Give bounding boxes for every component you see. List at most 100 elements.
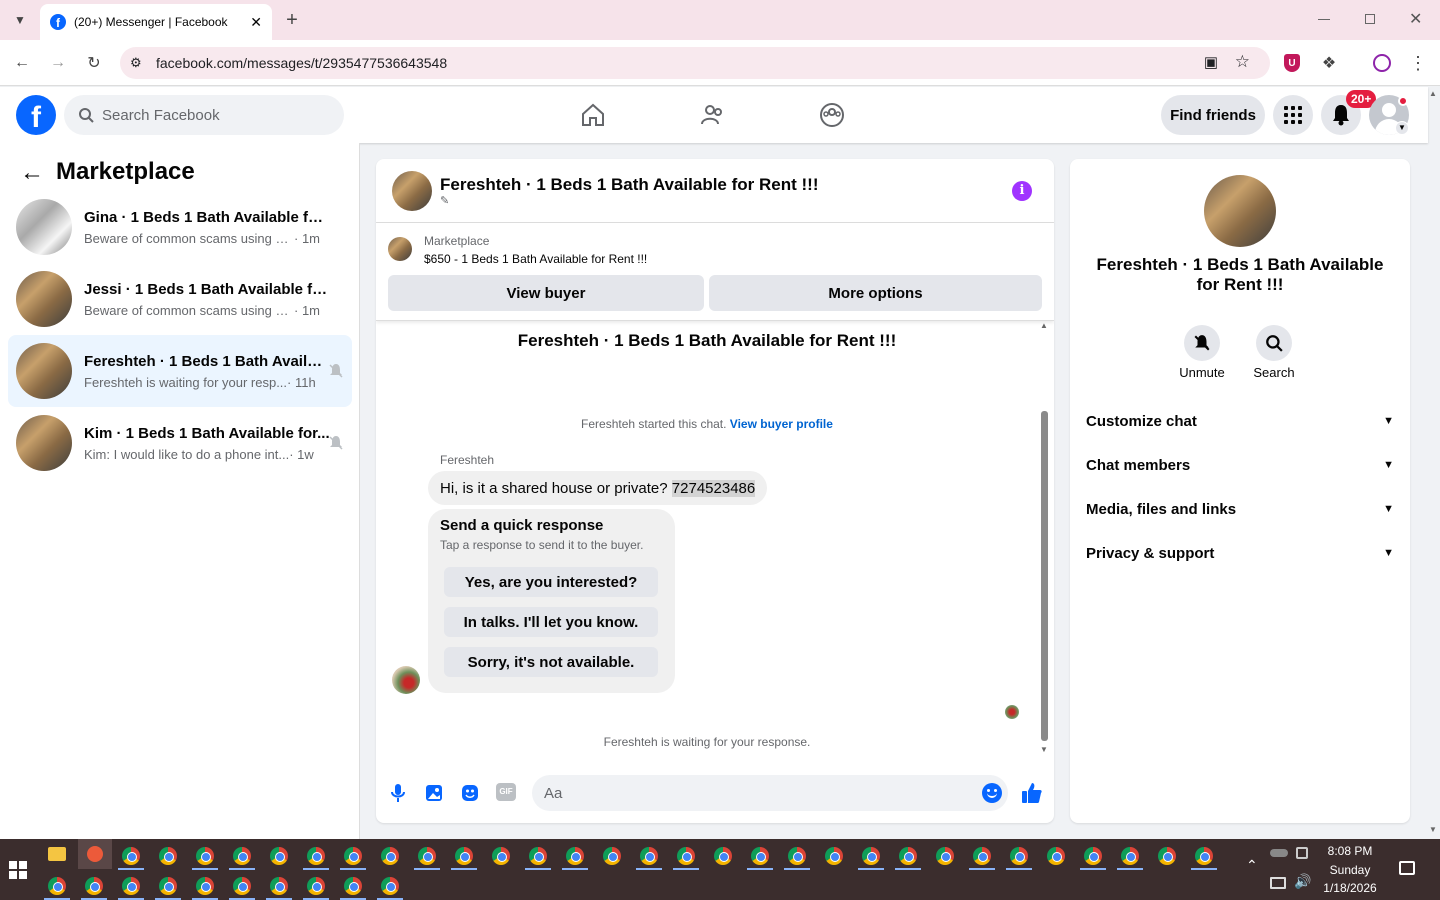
chrome-taskbar-icon[interactable]: [1158, 847, 1176, 865]
listing-text[interactable]: $650 - 1 Beds 1 Bath Available for Rent …: [424, 252, 647, 266]
chrome-taskbar-icon[interactable]: [233, 877, 251, 895]
sticker-icon[interactable]: [460, 783, 480, 803]
emoji-icon[interactable]: [982, 783, 1002, 803]
site-settings-icon[interactable]: ⚙: [130, 55, 142, 71]
customize-chat-section[interactable]: Customize chat ▼: [1086, 409, 1394, 433]
page-scroll-up-icon[interactable]: ▲: [1429, 89, 1437, 98]
conversation-item-jessi[interactable]: Jessi · 1 Beds 1 Bath Available for R...…: [8, 263, 352, 335]
extension-shield-icon[interactable]: U: [1278, 49, 1306, 77]
chrome-taskbar-icon[interactable]: [788, 847, 806, 865]
notification-center-icon[interactable]: [1399, 861, 1415, 875]
friends-icon[interactable]: [697, 99, 729, 131]
chrome-taskbar-icon[interactable]: [566, 847, 584, 865]
facebook-logo-icon[interactable]: f: [16, 95, 56, 135]
facebook-search-input[interactable]: Search Facebook: [64, 95, 344, 135]
forward-icon[interactable]: →: [44, 49, 72, 77]
view-buyer-profile-link[interactable]: View buyer profile: [730, 417, 833, 431]
chrome-taskbar-icon[interactable]: [381, 847, 399, 865]
chrome-taskbar-icon[interactable]: [899, 847, 917, 865]
chat-members-section[interactable]: Chat members ▼: [1086, 453, 1394, 477]
chrome-taskbar-icon[interactable]: [862, 847, 880, 865]
install-app-icon[interactable]: ▣: [1204, 53, 1218, 71]
chrome-taskbar-icon[interactable]: [159, 847, 177, 865]
browser-tab[interactable]: f (20+) Messenger | Facebook ✕: [40, 4, 272, 40]
details-avatar[interactable]: [1204, 175, 1276, 247]
groups-icon[interactable]: [816, 99, 848, 131]
chrome-taskbar-icon[interactable]: [714, 847, 732, 865]
close-window-icon[interactable]: ✕: [1409, 9, 1422, 29]
conversation-item-fereshteh[interactable]: Fereshteh · 1 Beds 1 Bath Availab... Fer…: [8, 335, 352, 407]
chrome-taskbar-icon[interactable]: [677, 847, 695, 865]
chrome-taskbar-icon[interactable]: [381, 877, 399, 895]
message-bubble[interactable]: Hi, is it a shared house or private? 727…: [428, 471, 768, 505]
search-in-chat-button[interactable]: Search: [1246, 325, 1302, 380]
chrome-taskbar-icon[interactable]: [270, 877, 288, 895]
quick-response-talks-button[interactable]: In talks. I'll let you know.: [444, 607, 658, 637]
chat-avatar[interactable]: [392, 171, 432, 211]
view-buyer-button[interactable]: View buyer: [388, 275, 704, 311]
thread-scrollbar[interactable]: ▲ ▼: [1040, 321, 1048, 754]
chrome-taskbar-icon[interactable]: [122, 877, 140, 895]
media-files-links-section[interactable]: Media, files and links ▼: [1086, 497, 1394, 521]
active-app-icon[interactable]: [78, 839, 112, 869]
chrome-taskbar-icon[interactable]: [159, 877, 177, 895]
meet-now-icon[interactable]: [1296, 847, 1308, 859]
more-options-button[interactable]: More options: [709, 275, 1042, 311]
back-arrow-icon[interactable]: ←: [20, 159, 44, 187]
volume-icon[interactable]: 🔊: [1294, 873, 1311, 890]
chrome-taskbar-icon[interactable]: [936, 847, 954, 865]
restore-window-icon[interactable]: [1365, 14, 1375, 24]
chrome-taskbar-icon[interactable]: [196, 847, 214, 865]
chrome-taskbar-icon[interactable]: [455, 847, 473, 865]
scrollbar-thumb[interactable]: [1041, 411, 1048, 741]
account-chevron-down-icon[interactable]: ▼: [1395, 121, 1409, 135]
thumbs-up-icon[interactable]: [1020, 781, 1044, 805]
page-scroll-down-icon[interactable]: ▼: [1429, 825, 1437, 834]
conversation-item-gina[interactable]: Gina · 1 Beds 1 Bath Available for R... …: [8, 191, 352, 263]
info-icon[interactable]: i: [1012, 181, 1032, 201]
chrome-taskbar-icon[interactable]: [1195, 847, 1213, 865]
chrome-taskbar-icon[interactable]: [529, 847, 547, 865]
find-friends-button[interactable]: Find friends: [1161, 95, 1265, 135]
chrome-taskbar-icon[interactable]: [344, 847, 362, 865]
privacy-support-section[interactable]: Privacy & support ▼: [1086, 541, 1394, 565]
onedrive-icon[interactable]: [1270, 849, 1288, 857]
chrome-taskbar-icon[interactable]: [751, 847, 769, 865]
clock-date[interactable]: 1/18/2026: [1315, 881, 1385, 895]
sender-avatar[interactable]: [392, 666, 420, 694]
microphone-icon[interactable]: [388, 783, 408, 803]
gif-icon[interactable]: GIF: [496, 783, 516, 801]
chrome-taskbar-icon[interactable]: [1010, 847, 1028, 865]
extensions-puzzle-icon[interactable]: ❖: [1315, 49, 1343, 77]
address-bar[interactable]: ⚙ facebook.com/messages/t/29354775366435…: [120, 47, 1270, 79]
chrome-taskbar-icon[interactable]: [196, 877, 214, 895]
scroll-down-arrow-icon[interactable]: ▼: [1040, 745, 1048, 754]
chrome-taskbar-icon[interactable]: [233, 847, 251, 865]
bookmark-star-icon[interactable]: ☆: [1235, 52, 1250, 72]
menu-grid-icon[interactable]: [1273, 95, 1313, 135]
back-icon[interactable]: ←: [8, 49, 36, 77]
quick-response-yes-button[interactable]: Yes, are you interested?: [444, 567, 658, 597]
photo-icon[interactable]: [424, 783, 444, 803]
network-icon[interactable]: [1270, 877, 1286, 889]
chrome-taskbar-icon[interactable]: [85, 877, 103, 895]
scroll-up-arrow-icon[interactable]: ▲: [1040, 321, 1048, 330]
minimize-window-icon[interactable]: [1318, 19, 1330, 20]
clock-day[interactable]: Sunday: [1315, 863, 1385, 877]
chrome-taskbar-icon[interactable]: [122, 847, 140, 865]
message-input[interactable]: Aa: [532, 775, 1008, 811]
show-hidden-icons-chevron[interactable]: ⌃: [1246, 857, 1258, 874]
reload-icon[interactable]: ↻: [80, 49, 108, 77]
chrome-taskbar-icon[interactable]: [973, 847, 991, 865]
conversation-item-kim[interactable]: Kim · 1 Beds 1 Bath Available for... Kim…: [8, 407, 352, 479]
chrome-taskbar-icon[interactable]: [48, 877, 66, 895]
tab-search-icon[interactable]: ▼: [6, 6, 34, 34]
clock-time[interactable]: 8:08 PM: [1315, 844, 1385, 858]
chrome-taskbar-icon[interactable]: [825, 847, 843, 865]
chrome-taskbar-icon[interactable]: [307, 877, 325, 895]
close-tab-icon[interactable]: ✕: [250, 14, 262, 31]
chrome-taskbar-icon[interactable]: [603, 847, 621, 865]
chrome-taskbar-icon[interactable]: [418, 847, 436, 865]
new-tab-icon[interactable]: +: [278, 6, 306, 34]
chrome-taskbar-icon[interactable]: [344, 877, 362, 895]
